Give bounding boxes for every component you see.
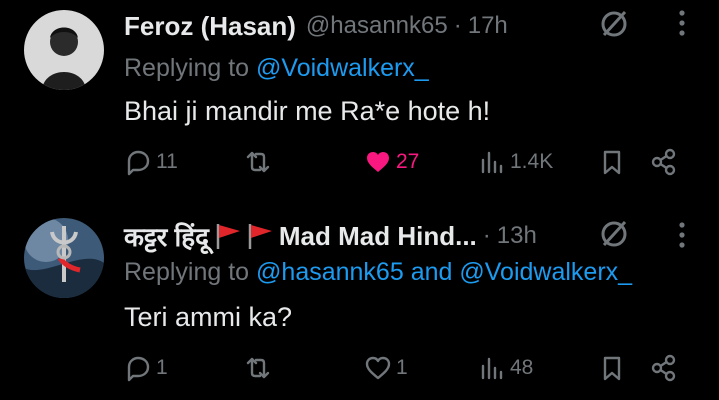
replying-to: Replying to @Voidwalkerx_ bbox=[124, 54, 429, 83]
reply-card[interactable]: Feroz (Hasan) @hasannk65 · 17h Replying … bbox=[0, 0, 719, 190]
avatar[interactable] bbox=[24, 218, 104, 298]
repost-icon bbox=[246, 151, 270, 173]
like-count: 27 bbox=[396, 150, 420, 173]
avatar[interactable] bbox=[24, 10, 104, 90]
bookmark-button[interactable] bbox=[598, 352, 626, 384]
replying-prefix: Replying to bbox=[124, 54, 250, 82]
reply-icon bbox=[127, 356, 150, 382]
action-bar: 11 27 1.4K bbox=[0, 146, 719, 178]
flag-emojis bbox=[213, 221, 275, 251]
timestamp[interactable]: 17h bbox=[468, 12, 508, 40]
share-button[interactable] bbox=[650, 352, 678, 384]
mention-link[interactable]: @hasannk65 bbox=[256, 258, 404, 286]
bookmark-button[interactable] bbox=[598, 146, 626, 178]
reply-button[interactable]: 1 bbox=[124, 352, 168, 384]
flag-icon bbox=[248, 224, 272, 249]
more-icon[interactable] bbox=[677, 220, 687, 250]
like-count: 1 bbox=[396, 356, 408, 379]
author-name[interactable]: Feroz (Hasan) bbox=[124, 11, 296, 42]
separator-dot: · bbox=[453, 12, 462, 39]
share-button[interactable] bbox=[650, 146, 678, 178]
bookmark-icon bbox=[603, 356, 621, 381]
author-handle[interactable]: @hasannk65 bbox=[306, 12, 448, 40]
like-icon bbox=[367, 152, 389, 172]
mention-link[interactable]: @Voidwalkerx_ bbox=[256, 54, 429, 82]
reply-button[interactable]: 11 bbox=[124, 146, 178, 178]
like-button[interactable]: 1 bbox=[364, 352, 408, 384]
share-icon bbox=[651, 148, 676, 176]
reply-count: 1 bbox=[156, 356, 168, 379]
author-name[interactable]: कट्टर हिंदू bbox=[124, 218, 209, 254]
reply-count: 11 bbox=[156, 150, 178, 173]
more-icon[interactable] bbox=[677, 8, 687, 38]
grok-icon[interactable] bbox=[596, 6, 632, 42]
author-name-suffix[interactable]: Mad Mad Hind... bbox=[279, 221, 477, 252]
repost-icon bbox=[246, 357, 270, 379]
views-button[interactable]: 1.4K bbox=[478, 146, 553, 178]
separator-dot: · bbox=[482, 222, 491, 249]
grok-icon[interactable] bbox=[596, 216, 632, 252]
view-count: 1.4K bbox=[510, 150, 554, 173]
like-icon bbox=[365, 356, 391, 380]
repost-button[interactable] bbox=[244, 352, 276, 384]
action-bar: 1 1 48 bbox=[0, 352, 719, 384]
avatar-image bbox=[24, 10, 104, 90]
reply-card[interactable]: कट्टर हिंदू Mad Mad Hind... · 13h Replyi… bbox=[0, 190, 719, 400]
bookmark-icon bbox=[603, 150, 621, 175]
reply-icon bbox=[127, 150, 150, 176]
avatar-image bbox=[24, 218, 104, 298]
view-count: 48 bbox=[510, 356, 534, 379]
repost-button[interactable] bbox=[244, 146, 276, 178]
replying-prefix: Replying to bbox=[124, 258, 250, 286]
mention-joiner: and bbox=[410, 258, 453, 286]
replying-to: Replying to @hasannk65 and @Voidwalkerx_ bbox=[124, 258, 632, 287]
reply-text: Teri ammi ka? bbox=[124, 302, 293, 332]
reply-text: Bhai ji mandir me Ra*e hote h! bbox=[124, 96, 491, 126]
like-button[interactable]: 27 bbox=[364, 146, 419, 178]
views-icon bbox=[481, 357, 503, 380]
share-icon bbox=[651, 354, 676, 382]
mention-link[interactable]: @Voidwalkerx_ bbox=[459, 258, 632, 286]
views-button[interactable]: 48 bbox=[478, 352, 533, 384]
views-icon bbox=[481, 151, 503, 174]
timestamp[interactable]: 13h bbox=[497, 222, 537, 250]
flag-icon bbox=[216, 224, 240, 249]
